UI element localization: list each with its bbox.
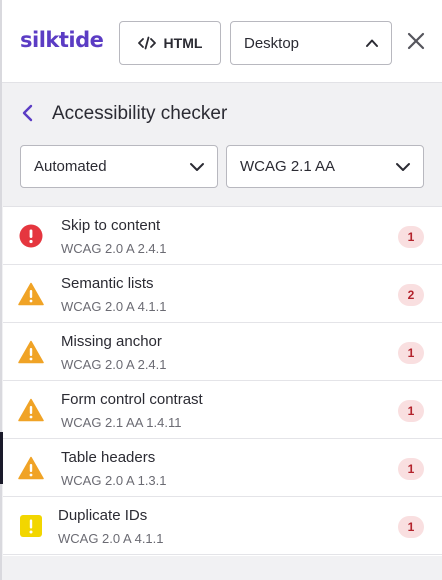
issue-row[interactable]: Semantic lists WCAG 2.0 A 4.1.1 2: [3, 265, 442, 323]
issue-wcag-ref: WCAG 2.0 A 2.4.1: [61, 357, 167, 372]
silktide-logo: silktide: [20, 28, 104, 52]
issue-title: Form control contrast: [61, 391, 203, 408]
issue-row[interactable]: Form control contrast WCAG 2.1 AA 1.4.11…: [3, 381, 442, 439]
html-button[interactable]: HTML: [119, 21, 221, 65]
notice-icon: [20, 515, 42, 537]
issue-title: Duplicate IDs: [58, 507, 148, 524]
issue-wcag-ref: WCAG 2.0 A 1.3.1: [61, 473, 167, 488]
issue-count-badge: 1: [398, 458, 424, 480]
warning-icon: [18, 282, 44, 306]
back-chevron-icon[interactable]: [21, 103, 35, 123]
header: silktide HTML Desktop: [2, 0, 442, 83]
issue-count-badge: 1: [398, 516, 424, 538]
issue-row[interactable]: Missing anchor WCAG 2.0 A 2.4.1 1: [3, 323, 442, 381]
issue-row[interactable]: Table headers WCAG 2.0 A 1.3.1 1: [3, 439, 442, 497]
issue-count-badge: 1: [398, 342, 424, 364]
issue-count-badge: 2: [398, 284, 424, 306]
warning-icon: [18, 398, 44, 422]
panel-footer-strip: [3, 556, 442, 580]
device-select-value: Desktop: [244, 34, 300, 52]
issue-wcag-ref: WCAG 2.1 AA 1.4.11: [61, 415, 182, 430]
checker-subbar: Accessibility checker Automated WCAG 2.1…: [2, 84, 442, 204]
page-title: Accessibility checker: [52, 103, 228, 124]
issue-title: Semantic lists: [61, 275, 154, 292]
mode-filter-select[interactable]: Automated: [20, 145, 218, 188]
html-button-label: HTML: [163, 35, 203, 51]
issue-count-badge: 1: [398, 226, 424, 248]
issue-row[interactable]: Duplicate IDs WCAG 2.0 A 4.1.1 1: [3, 497, 442, 555]
issue-title: Missing anchor: [61, 333, 162, 350]
level-filter-value: WCAG 2.1 AA: [240, 158, 336, 175]
chevron-down-icon: [396, 163, 410, 171]
issue-row[interactable]: Skip to content WCAG 2.0 A 2.4.1 1: [3, 207, 442, 265]
mode-filter-value: Automated: [34, 158, 107, 175]
warning-icon: [18, 340, 44, 364]
warning-icon: [18, 456, 44, 480]
chevron-down-icon: [190, 163, 204, 171]
device-select[interactable]: Desktop: [230, 21, 392, 65]
issues-list: Skip to content WCAG 2.0 A 2.4.1 1 Seman…: [3, 206, 442, 556]
issue-wcag-ref: WCAG 2.0 A 2.4.1: [61, 241, 167, 256]
chevron-up-icon: [366, 39, 378, 47]
issue-count-badge: 1: [398, 400, 424, 422]
level-filter-select[interactable]: WCAG 2.1 AA: [226, 145, 424, 188]
issue-wcag-ref: WCAG 2.0 A 4.1.1: [58, 531, 164, 546]
issue-wcag-ref: WCAG 2.0 A 4.1.1: [61, 299, 167, 314]
issue-title: Skip to content: [61, 217, 161, 234]
code-icon: [137, 36, 156, 50]
close-icon[interactable]: [406, 31, 426, 51]
issue-title: Table headers: [61, 449, 156, 466]
error-icon: [19, 224, 43, 248]
